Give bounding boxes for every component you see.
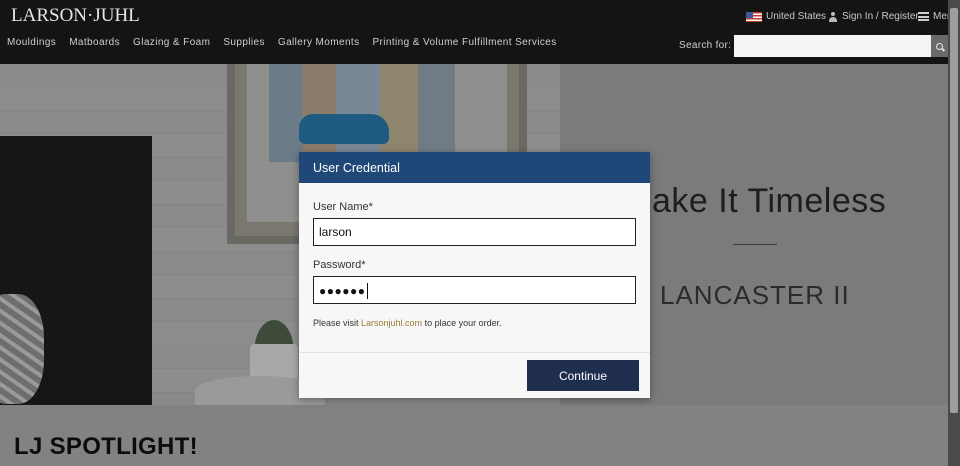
text-caret bbox=[366, 283, 368, 299]
user-icon bbox=[828, 11, 838, 22]
sign-in-link[interactable]: Sign In / Register bbox=[828, 11, 919, 22]
dialog-title: User Credential bbox=[299, 152, 650, 183]
search-button[interactable] bbox=[931, 35, 948, 57]
spotlight-section: LJ SPOTLIGHT! bbox=[0, 405, 948, 466]
hero-pillow bbox=[0, 294, 44, 404]
main-nav: Mouldings Matboards Glazing & Foam Suppl… bbox=[7, 37, 557, 48]
hero-divider bbox=[733, 244, 777, 245]
continue-button[interactable]: Continue bbox=[527, 360, 639, 391]
scrollbar-thumb[interactable] bbox=[950, 8, 958, 413]
search-input[interactable] bbox=[734, 35, 931, 57]
top-header: LARSON·JUHL United States Sign In / Regi… bbox=[0, 0, 958, 64]
larsonjuhl-link[interactable]: Larsonjuhl.com bbox=[361, 318, 422, 328]
nav-item-printing[interactable]: Printing & Volume Fulfillment Services bbox=[372, 37, 556, 48]
password-field[interactable]: ●●●●●● bbox=[313, 276, 636, 304]
artwork-car bbox=[299, 114, 389, 144]
hero-subtitle: LANCASTER II bbox=[660, 280, 850, 310]
dialog-divider bbox=[299, 352, 650, 353]
search-label: Search for: bbox=[679, 40, 732, 51]
nav-item-matboards[interactable]: Matboards bbox=[69, 37, 120, 48]
hero-plant bbox=[244, 304, 304, 349]
username-field[interactable] bbox=[313, 218, 636, 246]
notice-prefix: Please visit bbox=[313, 318, 362, 328]
hero-title: ake It Timeless bbox=[652, 182, 887, 220]
page-scrollbar[interactable] bbox=[948, 0, 960, 466]
password-label: Password* bbox=[313, 259, 366, 271]
sign-in-label: Sign In / Register bbox=[842, 11, 919, 22]
search-icon bbox=[936, 42, 943, 50]
country-selector[interactable]: United States bbox=[746, 11, 826, 22]
username-label: User Name* bbox=[313, 201, 373, 213]
site-logo[interactable]: LARSON·JUHL bbox=[11, 5, 140, 27]
hamburger-icon bbox=[918, 12, 929, 21]
frame-artwork bbox=[269, 64, 455, 162]
nav-item-gallery-moments[interactable]: Gallery Moments bbox=[278, 37, 360, 48]
user-credential-dialog: User Credential User Name* Password* ●●●… bbox=[299, 152, 650, 398]
country-label: United States bbox=[766, 11, 827, 22]
nav-item-supplies[interactable]: Supplies bbox=[223, 37, 265, 48]
notice-suffix: to place your order. bbox=[422, 318, 502, 328]
us-flag-icon bbox=[746, 11, 762, 22]
order-notice: Please visit Larsonjuhl.com to place you… bbox=[313, 318, 502, 328]
nav-item-glazing-foam[interactable]: Glazing & Foam bbox=[133, 37, 210, 48]
password-mask: ●●●●●● bbox=[319, 284, 366, 298]
spotlight-title: LJ SPOTLIGHT! bbox=[14, 433, 198, 460]
nav-item-mouldings[interactable]: Mouldings bbox=[7, 37, 56, 48]
